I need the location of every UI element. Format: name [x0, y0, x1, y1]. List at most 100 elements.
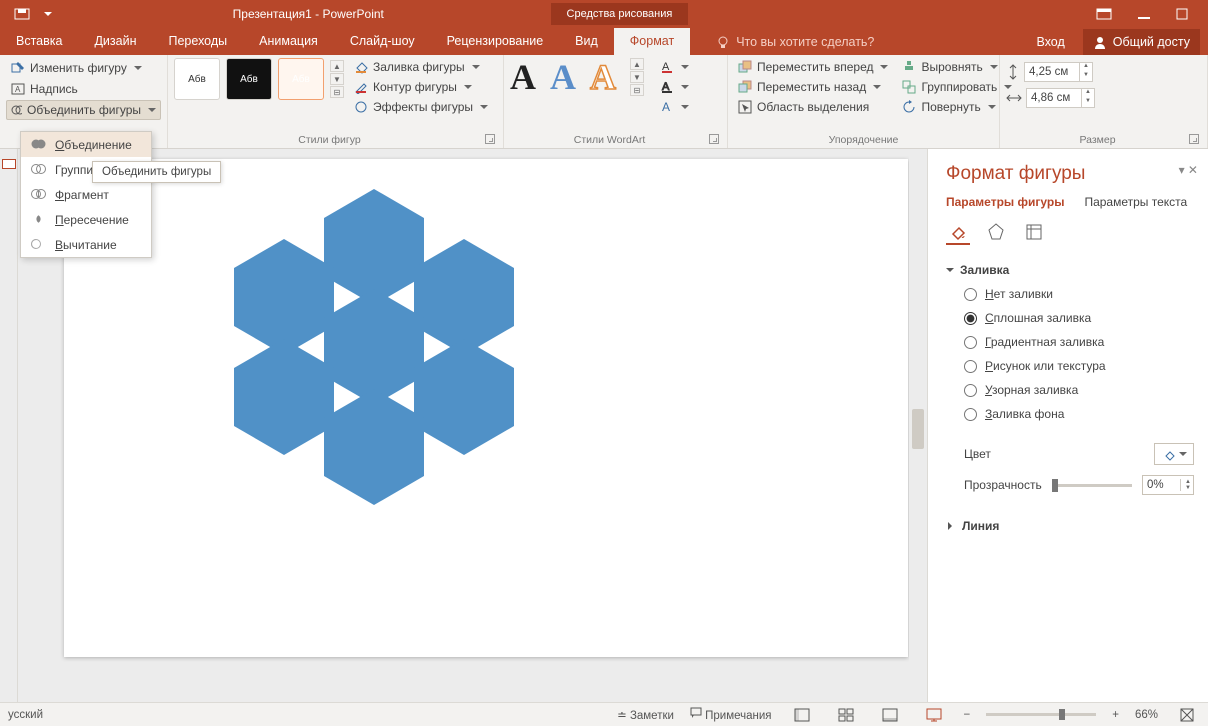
view-normal-icon[interactable] — [788, 708, 816, 722]
style-thumb-1[interactable]: Абв — [174, 58, 220, 100]
shape-style-gallery[interactable]: Абв Абв Абв ▲▼⊟ — [174, 58, 344, 100]
view-slideshow-icon[interactable] — [920, 708, 948, 722]
language-indicator[interactable]: усский — [8, 709, 43, 721]
comments-button[interactable]: Примечания — [690, 707, 772, 722]
line-section-header[interactable]: Линия — [946, 519, 1194, 533]
view-sorter-icon[interactable] — [832, 708, 860, 722]
wordart-thumb-3[interactable]: A — [590, 59, 616, 95]
shape-styles-label: Стили фигур — [174, 132, 485, 146]
format-tab-text[interactable]: Параметры текста — [1084, 195, 1187, 209]
signin-link[interactable]: Вход — [1027, 29, 1075, 55]
tab-slideshow[interactable]: Слайд-шоу — [334, 28, 431, 55]
shape-fill-button[interactable]: Заливка фигуры — [350, 58, 492, 76]
tab-insert[interactable]: Вставка — [0, 28, 78, 55]
text-box-button[interactable]: A Надпись — [6, 79, 161, 99]
pen-icon — [354, 80, 368, 94]
group-button[interactable]: Группировать — [898, 78, 1016, 96]
maximize-icon[interactable] — [1176, 8, 1188, 20]
view-reading-icon[interactable] — [876, 708, 904, 722]
text-effects-button[interactable]: A — [656, 98, 693, 116]
bucket-icon — [354, 60, 368, 74]
fill-line-tab-icon[interactable] — [946, 221, 970, 245]
fill-color-button[interactable] — [1154, 443, 1194, 465]
transparency-input[interactable]: 0%▲▼ — [1142, 475, 1194, 495]
merge-union[interactable]: ООбъединениебъединение — [21, 132, 151, 157]
fill-gradient[interactable]: Градиентная заливка — [964, 335, 1194, 349]
fill-section-header[interactable]: Заливка — [946, 263, 1194, 277]
shape-height-input[interactable]: 4,25 см▲▼ — [1024, 62, 1093, 82]
minimize-icon[interactable] — [1138, 8, 1150, 20]
group-icon — [902, 80, 916, 94]
bring-forward-button[interactable]: Переместить вперед — [734, 58, 892, 76]
notes-button[interactable]: ≐ Заметки — [617, 708, 674, 722]
tab-review[interactable]: Рецензирование — [431, 28, 560, 55]
slide-canvas-area[interactable] — [18, 149, 927, 702]
shape-styles-dialog-launcher[interactable] — [485, 134, 495, 144]
svg-text:A: A — [662, 100, 670, 114]
tab-transitions[interactable]: Переходы — [153, 28, 244, 55]
wordart-thumb-1[interactable]: A — [510, 59, 536, 95]
window-title: Презентация1 - PowerPoint — [66, 7, 551, 21]
fill-none[interactable]: Нет заливки — [964, 287, 1194, 301]
send-backward-button[interactable]: Переместить назад — [734, 78, 892, 96]
wordart-gallery[interactable]: A A A ▲▼⊟ — [510, 58, 644, 96]
zoom-in[interactable]: + — [1112, 709, 1119, 721]
merge-shapes-button[interactable]: Объединить фигуры — [6, 100, 161, 120]
wordart-gallery-more[interactable]: ▲▼⊟ — [630, 58, 644, 96]
rotate-button[interactable]: Повернуть — [898, 98, 1016, 116]
slide-thumbnail-1[interactable] — [2, 159, 16, 169]
align-icon — [902, 60, 916, 74]
zoom-slider[interactable] — [986, 713, 1096, 716]
close-pane-icon[interactable]: ▾ ✕ — [1179, 163, 1198, 177]
contextual-tab-title: Средства рисования — [551, 3, 689, 25]
ribbon-options-icon[interactable] — [1096, 8, 1112, 20]
size-dialog-launcher[interactable] — [1189, 134, 1199, 144]
hexagon-cluster[interactable] — [184, 189, 564, 589]
tab-view[interactable]: Вид — [559, 28, 614, 55]
tell-me[interactable]: Что вы хотите сделать? — [716, 29, 874, 55]
fit-to-window-icon[interactable] — [1174, 708, 1200, 722]
share-button[interactable]: Общий досту — [1083, 29, 1200, 55]
textbox-icon: A — [11, 82, 25, 96]
shape-effects-button[interactable]: Эффекты фигуры — [350, 98, 492, 116]
slide-thumbnail-panel[interactable] — [0, 149, 18, 702]
merge-subtract[interactable]: Вычитание — [21, 232, 151, 257]
zoom-out[interactable]: − — [964, 709, 971, 721]
fill-solid[interactable]: Сплошная заливка — [964, 311, 1194, 325]
style-thumb-3[interactable]: Абв — [278, 58, 324, 100]
tab-design[interactable]: Дизайн — [78, 28, 152, 55]
text-fill-button[interactable]: A — [656, 58, 693, 76]
edit-shape-button[interactable]: Изменить фигуру — [6, 58, 161, 78]
align-button[interactable]: Выровнять — [898, 58, 1016, 76]
style-thumb-2[interactable]: Абв — [226, 58, 272, 100]
fill-pattern[interactable]: Узорная заливка — [964, 383, 1194, 397]
tab-format[interactable]: Формат — [614, 28, 690, 55]
text-outline-button[interactable]: A — [656, 78, 693, 96]
transparency-slider[interactable] — [1052, 484, 1132, 487]
format-pane-title: Формат фигуры — [946, 163, 1194, 185]
format-tab-shape[interactable]: Параметры фигуры — [946, 195, 1064, 209]
shape-width-input[interactable]: 4,86 см▲▼ — [1026, 88, 1095, 108]
merge-intersect[interactable]: Пересечение — [21, 207, 151, 232]
vertical-scrollbar[interactable] — [909, 149, 927, 702]
gallery-more[interactable]: ▲▼⊟ — [330, 60, 344, 98]
qat-dropdown-icon[interactable] — [44, 10, 52, 18]
fill-picture[interactable]: Рисунок или текстура — [964, 359, 1194, 373]
slide[interactable] — [64, 159, 908, 657]
effects-tab-icon[interactable] — [984, 221, 1008, 245]
fill-background[interactable]: Заливка фона — [964, 407, 1194, 421]
ribbon: Изменить фигуру A Надпись Объединить фиг… — [0, 55, 1208, 149]
merge-fragment[interactable]: Фрагмент — [21, 182, 151, 207]
wordart-label: Стили WordArt — [510, 132, 709, 146]
format-shape-pane: ▾ ✕ Формат фигуры Параметры фигуры Парам… — [927, 149, 1208, 702]
size-props-tab-icon[interactable] — [1022, 221, 1046, 245]
color-label: Цвет — [964, 447, 991, 461]
wordart-dialog-launcher[interactable] — [709, 134, 719, 144]
shape-outline-button[interactable]: Контур фигуры — [350, 78, 492, 96]
size-label: Размер — [1006, 132, 1189, 146]
selection-pane-button[interactable]: Область выделения — [734, 98, 892, 116]
wordart-thumb-2[interactable]: A — [550, 59, 576, 95]
autosave-icon[interactable] — [14, 7, 30, 21]
tab-animation[interactable]: Анимация — [243, 28, 334, 55]
zoom-level[interactable]: 66% — [1135, 709, 1158, 721]
